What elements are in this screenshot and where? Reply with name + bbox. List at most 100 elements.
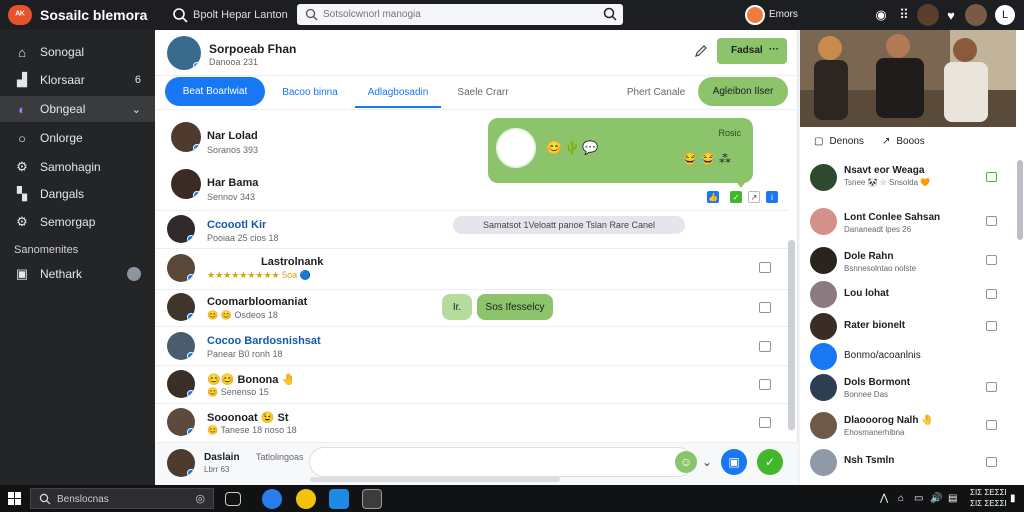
message-icon[interactable]: [986, 382, 997, 392]
profile-avatar[interactable]: [167, 36, 201, 70]
friend-name[interactable]: Lont Conlee Sahsan: [844, 212, 940, 223]
cortana-icon[interactable]: ◎: [195, 492, 205, 505]
search-label[interactable]: Bpolt Hepar Lanton: [193, 9, 288, 21]
edge-browser-icon[interactable]: [262, 489, 282, 509]
friend-name[interactable]: Lou lohat: [844, 288, 889, 299]
message-icon[interactable]: [986, 289, 997, 299]
avatar[interactable]: [810, 449, 837, 476]
avatar[interactable]: [810, 412, 837, 439]
message-icon[interactable]: [759, 417, 771, 428]
horizontal-scrollbar[interactable]: [310, 477, 560, 482]
volume-icon[interactable]: 🔊: [930, 493, 942, 504]
language-icon[interactable]: ▤: [948, 493, 957, 504]
clock-date[interactable]: ΣΙΣ ΣΕΣΣΙ: [970, 499, 1007, 508]
person-name[interactable]: Sooonoat 😉 St: [207, 411, 289, 424]
chat-action[interactable]: ▢ Denons: [814, 136, 864, 147]
clock-time[interactable]: ΣΙΣ ΣΕΣΣΙ: [970, 488, 1007, 497]
avatar[interactable]: [167, 370, 195, 398]
person-name[interactable]: Coomarbloomaniat: [207, 296, 307, 308]
check-icon[interactable]: ✓: [730, 191, 742, 203]
notifications-icon[interactable]: ◉: [872, 6, 890, 24]
sidebar-item-klorsaar[interactable]: ▟ Klorsaar 6: [0, 67, 155, 93]
avatar[interactable]: [171, 122, 201, 152]
avatar[interactable]: [167, 254, 195, 282]
avatar[interactable]: [810, 164, 837, 191]
chevron-down-icon[interactable]: ⌄: [132, 103, 141, 116]
person-name[interactable]: Ccoootl Kir: [207, 219, 266, 231]
avatar[interactable]: [167, 408, 195, 436]
edit-icon[interactable]: [693, 43, 709, 59]
chevron-up-icon[interactable]: ⋀: [880, 493, 888, 504]
avatar[interactable]: [810, 247, 837, 274]
avatar[interactable]: [167, 332, 195, 360]
scrollbar[interactable]: [1017, 160, 1023, 240]
friend-name[interactable]: Rater bionelt: [844, 320, 905, 331]
sidebar-item-sonogal[interactable]: ⌂ Sonogal: [0, 39, 155, 65]
friend-name[interactable]: Bonmo/acoanlnis: [844, 350, 921, 361]
more-icon[interactable]: ···: [769, 44, 779, 55]
person-name[interactable]: 😊😊 Bonona 🤚: [207, 373, 295, 386]
emoji-icon[interactable]: ☺: [675, 451, 697, 473]
like-icon[interactable]: 👍: [707, 191, 719, 203]
person-name[interactable]: Cocoo Bardosnishsat: [207, 335, 321, 347]
message-icon[interactable]: [759, 262, 771, 273]
avatar[interactable]: [810, 208, 837, 235]
bubble-reactions[interactable]: 😂 😂 ⁂: [682, 152, 731, 166]
avatar[interactable]: [810, 281, 837, 308]
message-icon[interactable]: [986, 216, 997, 226]
sidebar-item-semorgap[interactable]: ⚙ Semorgap: [0, 209, 155, 235]
message-icon[interactable]: [986, 457, 997, 467]
message-icon[interactable]: [986, 321, 997, 331]
account-icon[interactable]: L: [995, 5, 1015, 25]
video-thumbnail[interactable]: [800, 30, 1016, 127]
message-icon[interactable]: [759, 341, 771, 352]
sidebar-item-samohagin[interactable]: ⚙ Samohagin: [0, 154, 155, 180]
chat-bubble[interactable]: 😊 🌵 💬 Rosic 😂 😂 ⁂: [488, 118, 753, 183]
chrome-icon[interactable]: [296, 489, 316, 509]
windows-start-icon[interactable]: [8, 492, 21, 505]
chevron-down-icon[interactable]: ⌄: [701, 449, 713, 475]
sidebar-item-nethark[interactable]: ▣ Nethark: [0, 261, 155, 287]
heart-icon[interactable]: ♥: [942, 6, 960, 24]
avatar[interactable]: [810, 343, 837, 370]
tab-adlagbosadin[interactable]: Adlagbosadin: [355, 76, 441, 108]
network-icon[interactable]: ⌂: [898, 493, 904, 504]
tab-phert-canale[interactable]: Phert Canale: [625, 76, 687, 108]
person-name[interactable]: Nar Lolad: [207, 130, 258, 142]
avatar[interactable]: [171, 169, 201, 199]
sidebar-item-obngeal[interactable]: ◐ Obngeal ⌄: [0, 96, 155, 122]
search-input[interactable]: [323, 7, 593, 22]
profile-name[interactable]: Sorpoeab Fhan: [209, 42, 296, 56]
tab-beat-boarlwiat[interactable]: Beat Boarlwiat: [165, 77, 265, 106]
avatar[interactable]: [167, 293, 195, 321]
notification-center-icon[interactable]: ▮: [1010, 493, 1016, 504]
attach-icon[interactable]: ▣: [721, 449, 747, 475]
avatar[interactable]: [810, 374, 837, 401]
message-icon[interactable]: [986, 172, 997, 182]
battery-icon[interactable]: ▭: [914, 493, 923, 504]
tab-bacoo-binna[interactable]: Bacoo binna: [277, 76, 343, 108]
message-input[interactable]: [309, 447, 693, 477]
reply-pill[interactable]: Ir.: [442, 294, 472, 320]
task-view-icon[interactable]: [225, 492, 241, 506]
user-avatar[interactable]: [745, 5, 765, 25]
message-icon[interactable]: [759, 379, 771, 390]
taskbar-search[interactable]: Benslocnas ◎: [30, 488, 214, 509]
profile-avatar[interactable]: [965, 4, 987, 26]
avatar[interactable]: [810, 313, 837, 340]
friend-name[interactable]: Nsh Tsmln: [844, 455, 894, 466]
user-name[interactable]: Emors: [769, 9, 798, 20]
message-icon[interactable]: [986, 420, 997, 430]
person-name[interactable]: Har Bama: [207, 177, 258, 189]
message-icon[interactable]: [986, 255, 997, 265]
share-icon[interactable]: ↗: [748, 191, 760, 203]
info-icon[interactable]: i: [766, 191, 778, 203]
avatar[interactable]: [167, 449, 195, 477]
share-action[interactable]: ↗ Booos: [882, 136, 925, 147]
apps-grid-icon[interactable]: ⠿: [895, 6, 913, 24]
search-icon[interactable]: [172, 7, 188, 23]
store-icon[interactable]: [362, 489, 382, 509]
message-icon[interactable]: [759, 302, 771, 313]
follow-button[interactable]: Fadsal ···: [717, 38, 787, 64]
reply-pill[interactable]: Sos Ifesselcy: [477, 294, 553, 320]
